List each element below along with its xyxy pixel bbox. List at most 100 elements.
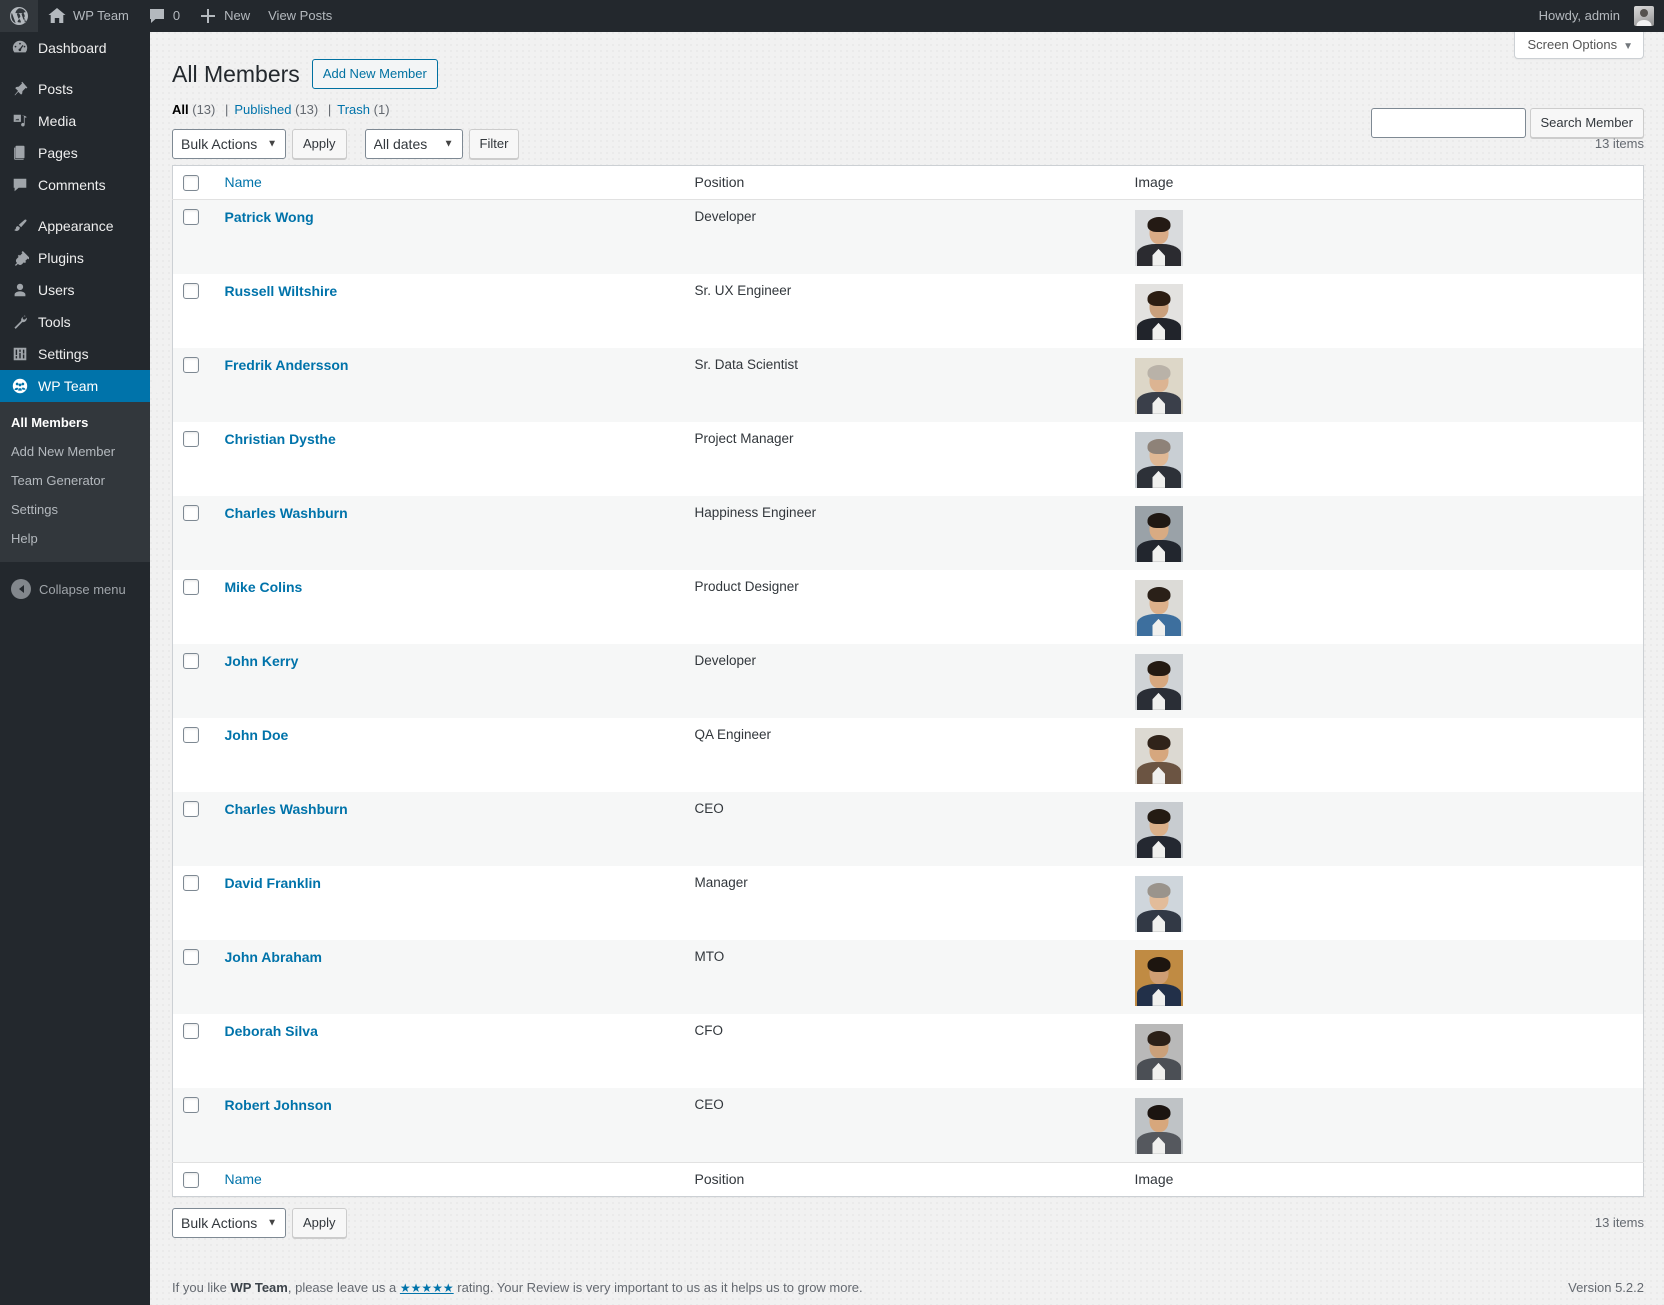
row-checkbox[interactable] xyxy=(183,801,199,817)
member-name-link[interactable]: Christian Dysthe xyxy=(225,431,336,447)
submenu-item-all-members[interactable]: All Members xyxy=(0,409,150,438)
row-checkbox-cell xyxy=(173,792,215,866)
row-checkbox[interactable] xyxy=(183,357,199,373)
row-checkbox[interactable] xyxy=(183,209,199,225)
row-checkbox-cell xyxy=(173,422,215,496)
submenu-item-help[interactable]: Help xyxy=(0,525,150,554)
footer-stars-link[interactable]: ★★★★★ xyxy=(400,1281,454,1295)
bulk-actions-select-top[interactable]: Bulk Actions xyxy=(172,129,286,159)
row-checkbox[interactable] xyxy=(183,1023,199,1039)
member-position-cell: QA Engineer xyxy=(685,718,1125,792)
sidebar-item-pages[interactable]: Pages xyxy=(0,137,150,169)
member-name-link[interactable]: Fredrik Andersson xyxy=(225,357,349,373)
member-name-link[interactable]: Deborah Silva xyxy=(225,1023,318,1039)
my-account-button[interactable]: Howdy, admin xyxy=(1530,0,1654,32)
sidebar-item-plugins[interactable]: Plugins xyxy=(0,242,150,274)
row-checkbox-cell xyxy=(173,496,215,570)
row-checkbox[interactable] xyxy=(183,653,199,669)
collapse-menu-label: Collapse menu xyxy=(39,582,126,597)
member-image-cell xyxy=(1125,792,1644,866)
new-content-button[interactable]: New xyxy=(189,0,259,32)
sidebar-item-appearance[interactable]: Appearance xyxy=(0,210,150,242)
sidebar-item-label: WP Team xyxy=(38,379,98,393)
apply-button-top[interactable]: Apply xyxy=(292,129,347,159)
member-name-link[interactable]: Robert Johnson xyxy=(225,1097,332,1113)
collapse-arrow-icon xyxy=(11,579,31,599)
sidebar-item-dashboard[interactable]: Dashboard xyxy=(0,32,150,64)
sidebar-item-media[interactable]: Media xyxy=(0,105,150,137)
view-filter-trash-link[interactable]: Trash xyxy=(337,102,370,117)
submenu-item-team-generator[interactable]: Team Generator xyxy=(0,467,150,496)
table-row: Deborah SilvaCFO xyxy=(173,1014,1644,1088)
member-name-link[interactable]: Patrick Wong xyxy=(225,209,314,225)
filter-button[interactable]: Filter xyxy=(469,129,520,159)
row-checkbox[interactable] xyxy=(183,505,199,521)
select-all-checkbox-bottom[interactable] xyxy=(183,1172,199,1188)
dates-filter-select[interactable]: All dates xyxy=(365,129,463,159)
row-checkbox[interactable] xyxy=(183,283,199,299)
sidebar-item-label: Tools xyxy=(38,315,71,329)
sidebar-item-settings[interactable]: Settings xyxy=(0,338,150,370)
view-filter-all-link[interactable]: All xyxy=(172,102,189,117)
member-avatar xyxy=(1135,1098,1183,1154)
member-name-link[interactable]: John Abraham xyxy=(225,949,323,965)
sidebar-item-posts[interactable]: Posts xyxy=(0,73,150,105)
bulk-actions-select-wrap-bottom: Bulk Actions ▼ xyxy=(172,1208,286,1238)
member-image-cell xyxy=(1125,1014,1644,1088)
row-checkbox-cell xyxy=(173,940,215,1014)
sort-by-name-link-bottom[interactable]: Name xyxy=(225,1171,262,1187)
row-checkbox[interactable] xyxy=(183,431,199,447)
screen-options-toggle[interactable]: Screen Options▼ xyxy=(1514,32,1644,59)
site-name-button[interactable]: WP Team xyxy=(38,0,138,32)
table-body: Patrick WongDeveloperRussell WiltshireSr… xyxy=(173,199,1644,1162)
row-checkbox[interactable] xyxy=(183,949,199,965)
row-checkbox[interactable] xyxy=(183,875,199,891)
wordpress-logo-button[interactable] xyxy=(0,0,38,32)
view-filter-published-link[interactable]: Published xyxy=(234,102,291,117)
comments-button[interactable]: 0 xyxy=(138,0,189,32)
row-checkbox[interactable] xyxy=(183,1097,199,1113)
admin-bar-right: Howdy, admin xyxy=(1530,0,1664,32)
member-image-cell xyxy=(1125,422,1644,496)
add-new-member-button[interactable]: Add New Member xyxy=(312,59,438,89)
wordpress-logo-icon xyxy=(9,6,29,26)
member-position-cell: Happiness Engineer xyxy=(685,496,1125,570)
bulk-actions-select-bottom[interactable]: Bulk Actions xyxy=(172,1208,286,1238)
member-name-link[interactable]: Russell Wiltshire xyxy=(225,283,338,299)
plus-icon xyxy=(198,6,218,26)
row-checkbox-cell xyxy=(173,348,215,422)
sidebar-item-wp-team[interactable]: WP Team xyxy=(0,370,150,402)
member-avatar xyxy=(1135,950,1183,1006)
member-position-cell: Sr. Data Scientist xyxy=(685,348,1125,422)
member-name-link[interactable]: Charles Washburn xyxy=(225,801,348,817)
apply-button-bottom[interactable]: Apply xyxy=(292,1208,347,1238)
submenu-item-add-new-member[interactable]: Add New Member xyxy=(0,438,150,467)
brush-icon xyxy=(11,217,29,235)
main-content: Screen Options▼ All Members Add New Memb… xyxy=(150,32,1664,1305)
member-avatar xyxy=(1135,210,1183,266)
table-row: Fredrik Andersson Sr. Data Scientist xyxy=(173,348,1644,422)
submenu-item-settings[interactable]: Settings xyxy=(0,496,150,525)
row-checkbox[interactable] xyxy=(183,727,199,743)
table-head: Name Position Image xyxy=(173,165,1644,199)
footer-brand: WP Team xyxy=(231,1280,288,1295)
collapse-menu-button[interactable]: Collapse menu xyxy=(0,572,150,606)
member-name-link[interactable]: Charles Washburn xyxy=(225,505,348,521)
sidebar-item-tools[interactable]: Tools xyxy=(0,306,150,338)
select-all-checkbox-top[interactable] xyxy=(183,175,199,191)
member-name-link[interactable]: Mike Colins xyxy=(225,579,303,595)
view-posts-button[interactable]: View Posts xyxy=(259,0,341,32)
member-name-link[interactable]: David Franklin xyxy=(225,875,321,891)
member-name-link[interactable]: John Doe xyxy=(225,727,289,743)
member-position-cell: Sr. UX Engineer xyxy=(685,274,1125,348)
sidebar-item-users[interactable]: Users xyxy=(0,274,150,306)
view-filter-published: Published (13) | xyxy=(234,102,337,117)
member-name-link[interactable]: John Kerry xyxy=(225,653,299,669)
submenu-item-label: Add New Member xyxy=(11,444,115,459)
sort-by-name-link-top[interactable]: Name xyxy=(225,174,262,190)
row-checkbox[interactable] xyxy=(183,579,199,595)
member-position-cell: CEO xyxy=(685,1088,1125,1163)
sidebar-item-comments[interactable]: Comments xyxy=(0,169,150,201)
avatar xyxy=(1634,6,1654,26)
members-table: Name Position Image Patrick WongDevelope… xyxy=(172,165,1644,1197)
